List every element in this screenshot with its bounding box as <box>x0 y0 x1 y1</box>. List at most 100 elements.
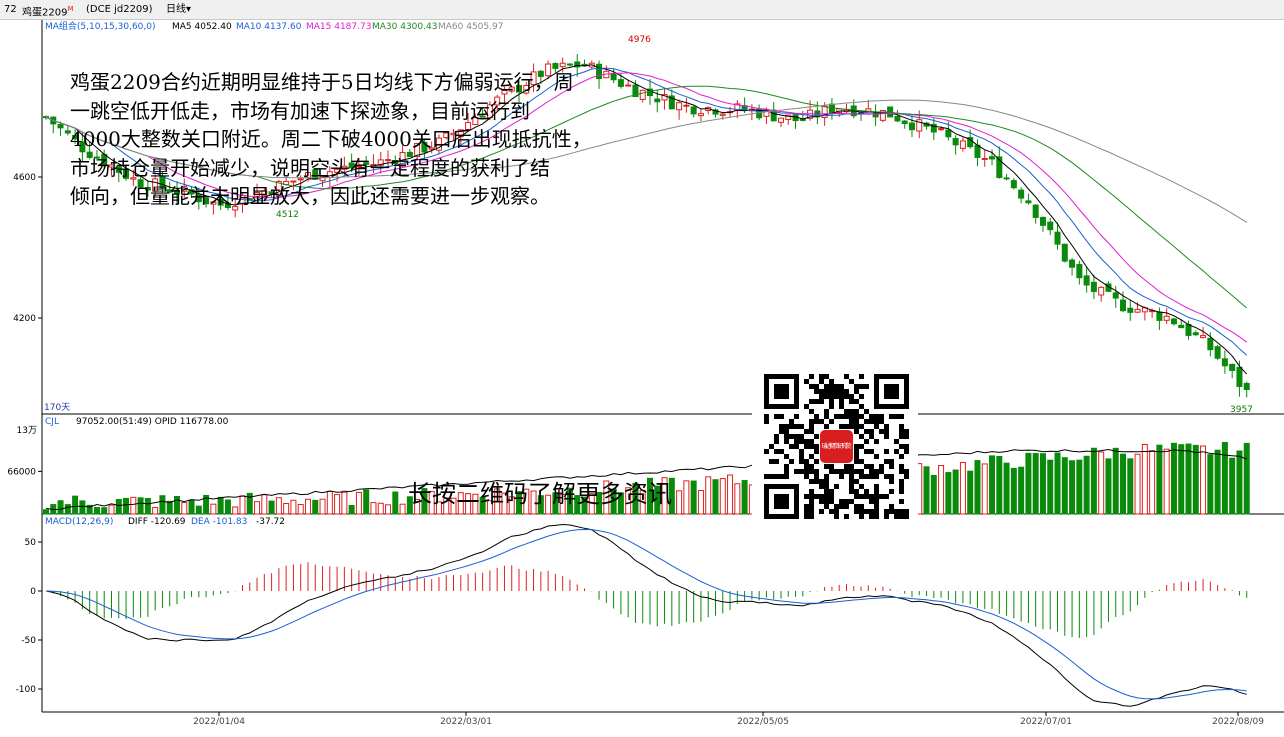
volume-bar <box>239 495 246 515</box>
qr-module <box>889 414 894 419</box>
qr-code[interactable]: 瑞达期货研究院 <box>752 362 918 538</box>
qr-module <box>889 479 894 484</box>
qr-module <box>844 409 849 414</box>
candle <box>799 111 806 122</box>
qr-module <box>804 404 809 409</box>
qr-module <box>829 419 834 424</box>
candle <box>50 116 57 134</box>
ma-value-label: MA60 4505.97 <box>438 22 503 32</box>
candle-body <box>1192 332 1199 336</box>
qr-module <box>824 414 829 419</box>
period-selector[interactable]: 日线▾ <box>166 0 191 19</box>
candle-body <box>697 113 704 117</box>
annotation-line: 倾向，但量能并未明显放大，因此还需要进一步观察。 <box>70 184 550 208</box>
qr-module <box>854 429 859 434</box>
qr-module <box>769 459 774 464</box>
qr-module <box>829 379 834 384</box>
qr-module <box>899 499 904 504</box>
candle-body <box>1156 311 1163 321</box>
x-tick-label: 2022/07/01 <box>1020 717 1072 727</box>
qr-module <box>809 469 814 474</box>
qr-module <box>854 449 859 454</box>
qr-module <box>859 504 864 509</box>
candle-body <box>57 124 64 129</box>
qr-module <box>764 414 769 419</box>
volume-bar <box>930 474 937 515</box>
qr-module <box>864 384 869 389</box>
volume-bar <box>144 498 151 515</box>
qr-module <box>864 429 869 434</box>
qr-module <box>889 509 894 514</box>
volume-bar <box>727 474 734 515</box>
volume-bar <box>1229 457 1236 515</box>
qr-module <box>784 439 789 444</box>
volume-bar <box>719 478 726 515</box>
candle-body <box>1185 324 1192 336</box>
qr-module <box>904 444 909 449</box>
qr-module <box>819 509 824 514</box>
qr-module <box>794 444 799 449</box>
candle-body <box>1207 337 1214 351</box>
qr-module <box>839 389 844 394</box>
qr-module <box>809 399 814 404</box>
candle-body <box>1134 308 1141 313</box>
qr-module <box>804 459 809 464</box>
qr-module <box>774 434 779 439</box>
macd-tick-label: 50 <box>25 538 37 548</box>
volume-bar <box>57 500 64 515</box>
qr-module <box>859 404 864 409</box>
volume-bar <box>130 496 137 515</box>
qr-module <box>849 424 854 429</box>
volume-bar <box>1134 453 1141 515</box>
qr-module <box>899 444 904 449</box>
qr-module <box>839 414 844 419</box>
candle-body <box>610 73 617 81</box>
volume-bar <box>1083 455 1090 515</box>
qr-module <box>839 424 844 429</box>
qr-module <box>884 494 889 499</box>
qr-module <box>904 429 909 434</box>
candle-body <box>566 63 573 66</box>
qr-module <box>809 384 814 389</box>
volume-bar <box>283 503 290 515</box>
qr-module <box>899 514 904 519</box>
qr-module <box>794 414 799 419</box>
qr-module <box>899 469 904 474</box>
qr-module <box>799 454 804 459</box>
x-tick-label: 2022/05/05 <box>737 717 789 727</box>
high-price-label: 4976 <box>628 35 651 45</box>
qr-module <box>849 414 854 419</box>
candle <box>894 109 901 123</box>
contract-code: (DCE jd2209) <box>86 4 153 15</box>
qr-module <box>894 509 899 514</box>
volume-bar <box>676 490 683 515</box>
qr-module <box>854 399 859 404</box>
candle-body <box>676 102 683 111</box>
candle <box>901 120 908 129</box>
candle <box>1032 204 1039 224</box>
volume-bar <box>1069 460 1076 515</box>
qr-module <box>879 494 884 499</box>
qr-module <box>774 459 779 464</box>
volume-bar <box>363 489 370 515</box>
qr-module <box>884 509 889 514</box>
volume-bar <box>166 500 173 515</box>
candle <box>1039 216 1046 232</box>
qr-module <box>824 409 829 414</box>
dea-line <box>45 528 1247 700</box>
volume-bar <box>392 491 399 515</box>
qr-module <box>814 434 819 439</box>
qr-module <box>779 414 784 419</box>
volume-bar <box>1163 448 1170 515</box>
candle-body <box>1076 264 1083 279</box>
qr-module <box>859 424 864 429</box>
ma-value-label: MA30 4300.43 <box>372 22 437 32</box>
qr-module <box>814 419 819 424</box>
qr-module <box>809 504 814 509</box>
qr-module <box>849 474 854 479</box>
candle <box>1069 257 1076 276</box>
qr-module <box>844 394 849 399</box>
candle <box>1061 243 1068 263</box>
qr-module <box>809 479 814 484</box>
qr-module <box>799 434 804 439</box>
